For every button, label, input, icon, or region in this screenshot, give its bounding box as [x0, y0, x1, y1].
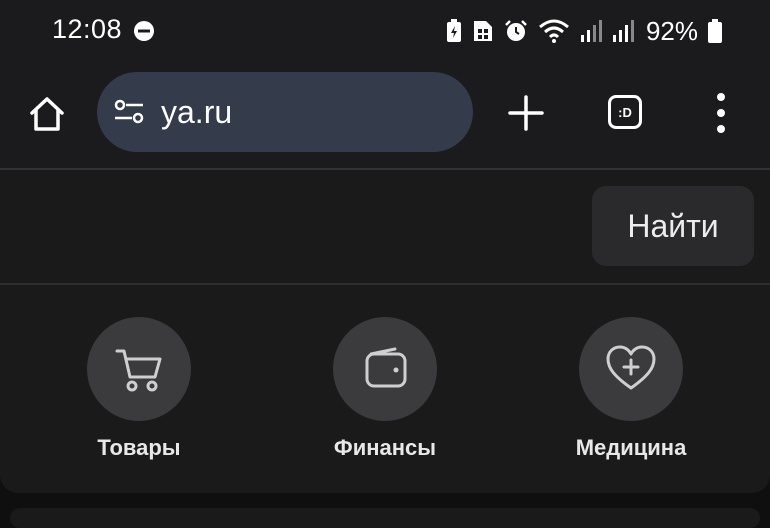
battery-saver-icon [446, 19, 461, 42]
wifi-icon [538, 19, 569, 43]
status-time: 12:08 [52, 14, 123, 44]
alarm-icon [505, 20, 527, 41]
url-bar[interactable]: ya.ru [97, 72, 473, 152]
tab-switcher-button[interactable]: :D [608, 95, 642, 129]
wallet-icon [365, 347, 407, 388]
service-label: Финансы [333, 435, 437, 460]
heart-plus-icon [606, 345, 656, 390]
cart-icon [115, 349, 162, 392]
new-tab-icon[interactable] [506, 93, 546, 133]
signal-icon [580, 20, 602, 42]
find-button[interactable]: Найти [592, 186, 754, 266]
service-icon-circle[interactable] [87, 317, 191, 421]
url-text[interactable]: ya.ru [161, 94, 232, 131]
battery-percent: 92% [645, 15, 698, 46]
service-shortcuts: Товары Финансы Медицина [0, 285, 770, 493]
status-icons: 92% [446, 16, 722, 46]
search-area: Найти [0, 170, 770, 285]
next-card-edge [10, 508, 760, 528]
service-finance[interactable]: Финансы [295, 317, 475, 461]
sim-icon [473, 21, 492, 41]
service-label: Медицина [575, 435, 687, 460]
do-not-disturb-icon [134, 21, 154, 41]
home-icon[interactable] [27, 94, 67, 134]
service-goods[interactable]: Товары [49, 317, 229, 461]
service-medicine[interactable]: Медицина [541, 317, 721, 461]
browser-toolbar: ya.ru :D [0, 62, 770, 170]
tab-switcher-label: :D [618, 104, 632, 120]
signal-icon [612, 20, 634, 42]
service-label: Товары [97, 435, 181, 460]
site-settings-icon[interactable] [113, 98, 145, 126]
status-bar: 12:08 92% [0, 0, 770, 62]
more-menu-icon[interactable] [714, 92, 728, 134]
service-icon-circle[interactable] [579, 317, 683, 421]
service-icon-circle[interactable] [333, 317, 437, 421]
battery-icon [708, 19, 722, 43]
